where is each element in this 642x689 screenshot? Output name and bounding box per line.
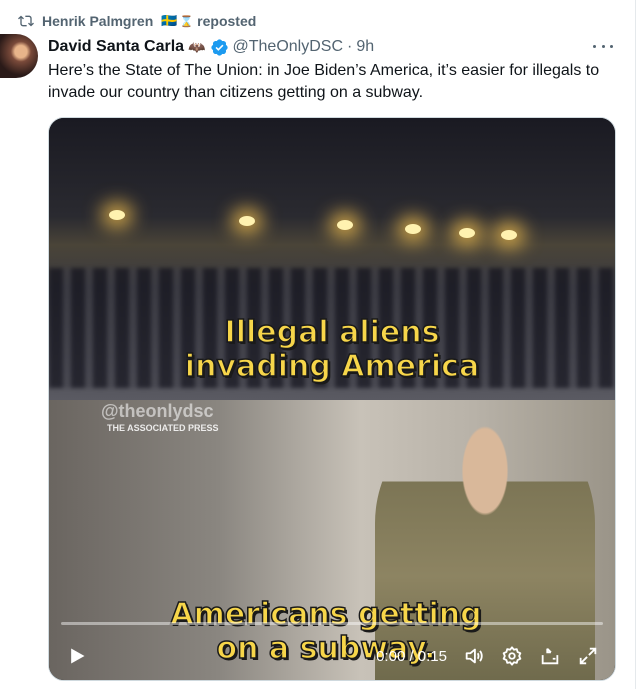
fullscreen-button[interactable] xyxy=(575,643,601,669)
author-name[interactable]: David Santa Carla xyxy=(48,38,184,56)
volume-icon xyxy=(465,648,483,664)
more-dot xyxy=(593,44,596,48)
press-label: THE ASSOCIATED PRESS xyxy=(107,423,219,433)
video-progress-bar[interactable] xyxy=(61,622,603,625)
header-separator: · xyxy=(347,38,353,55)
tweet-timestamp[interactable]: 9h xyxy=(356,38,374,56)
stadium-light xyxy=(501,230,517,240)
video-controls: 0:00 / 0:15 xyxy=(49,642,615,670)
tweet-text: Here’s the State of The Union: in Joe Bi… xyxy=(48,62,600,101)
stadium-light xyxy=(337,220,353,230)
caption-top-line2: invading America xyxy=(184,349,480,385)
pop-out-button[interactable] xyxy=(537,643,563,669)
more-options-icon[interactable] xyxy=(593,38,613,54)
stadium-light xyxy=(109,210,125,220)
play-button[interactable] xyxy=(63,642,91,670)
more-dot xyxy=(601,44,605,48)
stadium-light xyxy=(239,216,255,226)
stadium-light xyxy=(405,224,421,234)
video-time: 0:00 / 0:15 xyxy=(376,647,447,665)
repost-icon xyxy=(18,15,34,27)
fullscreen-icon xyxy=(579,647,597,665)
play-icon xyxy=(71,648,85,664)
volume-button[interactable] xyxy=(461,643,487,669)
stadium-light xyxy=(459,228,475,238)
repost-label: reposted xyxy=(197,13,257,29)
settings-button[interactable] xyxy=(499,643,525,669)
caption-top-line1: Illegal aliens xyxy=(224,315,440,351)
verified-badge-icon xyxy=(210,38,228,56)
repost-indicator[interactable]: Henrik Palmgren 🇸🇪 ⌛ reposted xyxy=(18,12,256,30)
settings-gear-icon xyxy=(502,646,522,666)
more-dot xyxy=(610,44,613,48)
name-emoji: 🦇 xyxy=(188,38,206,55)
flag-emoji: 🇸🇪 xyxy=(161,13,178,28)
tweet-card[interactable]: Henrik Palmgren 🇸🇪 ⌛ reposted David Sant… xyxy=(0,0,636,689)
author-handle[interactable]: @TheOnlyDSC xyxy=(233,38,344,56)
hourglass-emoji: ⌛ xyxy=(179,15,194,28)
pop-out-icon xyxy=(541,648,559,665)
video-player[interactable]: Illegal aliens invading America @theonly… xyxy=(48,117,616,681)
repost-user[interactable]: Henrik Palmgren xyxy=(42,13,153,29)
caption-top: Illegal aliens invading America xyxy=(49,315,615,385)
video-watermark: @theonlydsc xyxy=(101,401,214,421)
caption-bottom-line1: Americans getting xyxy=(170,597,483,633)
avatar[interactable] xyxy=(0,34,38,78)
tweet-header: David Santa Carla 🦇 @TheOnlyDSC · 9h xyxy=(48,36,374,58)
